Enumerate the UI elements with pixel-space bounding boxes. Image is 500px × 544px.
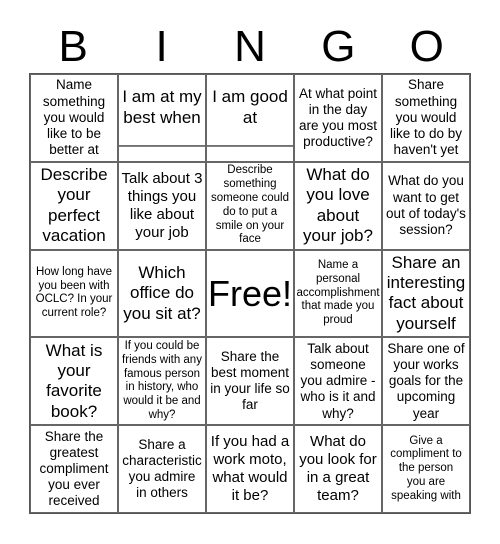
bingo-cell-text: Describe your perfect vacation [40, 164, 108, 246]
bingo-cell-text: What do you want to get out of today's s… [386, 173, 466, 237]
bingo-cell-text: At what point in the day are you most pr… [298, 85, 378, 150]
bingo-cell-text: Share the greatest compliment you ever r… [39, 428, 109, 509]
bingo-cell[interactable]: How long have you been with OCLC? In you… [30, 249, 118, 338]
bingo-cell[interactable]: Describe your perfect vacation [30, 161, 118, 250]
bingo-cell[interactable]: What do you want to get out of today's s… [382, 161, 470, 250]
header-letter-i: I [155, 22, 168, 71]
bingo-cell-text: Free! [207, 272, 293, 314]
bingo-cell-text: How long have you been with OCLC? In you… [35, 265, 113, 320]
bingo-cell[interactable]: What do you look for in a great team? [294, 425, 382, 513]
bingo-cell[interactable]: If you had a work moto, what would it be… [206, 425, 294, 513]
bingo-cell[interactable]: Name something you would like to be bett… [30, 74, 118, 162]
bingo-cell-text: Share a characteristic you admire in oth… [122, 436, 202, 501]
bingo-cell[interactable]: Share something you would like to do by … [382, 74, 470, 162]
bingo-cell-text: Name a personal accomplishment that made… [296, 259, 380, 327]
bingo-cell-text: Share one of your works goals for the up… [387, 340, 465, 421]
bingo-cell-text: Talk about someone you admire - who is i… [300, 340, 376, 421]
bingo-cell-text: Name something you would like to be bett… [42, 77, 106, 158]
bingo-cell-text: What do you love about your job? [303, 164, 373, 246]
bingo-cell-text: Share something you would like to do by … [389, 77, 463, 158]
bingo-cell[interactable]: Describe something someone could do to p… [206, 161, 294, 250]
header-letter-g: G [321, 22, 356, 71]
bingo-cell-text: Talk about 3 things you like about your … [121, 169, 203, 241]
bingo-cell[interactable]: What is your favorite book? [30, 337, 118, 426]
bingo-cell-text: What is your favorite book? [45, 340, 103, 421]
bingo-cell[interactable]: Which office do you sit at? [118, 249, 206, 338]
bingo-cell-text: If you had a work moto, what would it be… [210, 433, 290, 505]
bingo-cell[interactable]: If you could be friends with any famous … [118, 337, 206, 426]
bingo-header: B I N G O [29, 22, 471, 72]
bingo-cell-text: Share the best moment in your life so fa… [210, 348, 290, 413]
bingo-cell-text: I am good at __________ [206, 87, 294, 148]
bingo-cell-text: Describe something someone could do to p… [211, 164, 289, 246]
bingo-cell-text: I am at my best when __________ [118, 87, 206, 148]
bingo-cell[interactable]: I am at my best when __________ [118, 74, 206, 162]
bingo-cell[interactable]: Share a characteristic you admire in oth… [118, 425, 206, 513]
bingo-cell[interactable]: Share the greatest compliment you ever r… [30, 425, 118, 513]
bingo-cell-text: Give a compliment to the person you are … [390, 434, 462, 502]
bingo-cell[interactable]: Talk about someone you admire - who is i… [294, 337, 382, 426]
header-letter-b: B [58, 22, 88, 71]
bingo-cell[interactable]: Talk about 3 things you like about your … [118, 161, 206, 250]
bingo-cell[interactable]: Share the best moment in your life so fa… [206, 337, 294, 426]
bingo-cell-text: What do you look for in a great team? [299, 433, 377, 505]
bingo-cell[interactable]: Name a personal accomplishment that made… [294, 249, 382, 338]
bingo-cell[interactable]: What do you love about your job? [294, 161, 382, 250]
bingo-cell[interactable]: At what point in the day are you most pr… [294, 74, 382, 162]
header-letter-n: N [234, 22, 266, 71]
header-letter-o: O [409, 22, 444, 71]
bingo-cell-text: If you could be friends with any famous … [122, 339, 202, 421]
bingo-cell-text: Share an interesting fact about yourself [386, 252, 466, 333]
bingo-card-grid: Name something you would like to be bett… [29, 73, 471, 514]
bingo-cell-text: Which office do you sit at? [123, 262, 201, 323]
bingo-cell[interactable]: Share an interesting fact about yourself [382, 249, 470, 338]
bingo-cell[interactable]: Share one of your works goals for the up… [382, 337, 470, 426]
free-space-cell[interactable]: Free! [206, 249, 294, 338]
bingo-cell[interactable]: Give a compliment to the person you are … [382, 425, 470, 513]
bingo-cell[interactable]: I am good at __________ [206, 74, 294, 162]
